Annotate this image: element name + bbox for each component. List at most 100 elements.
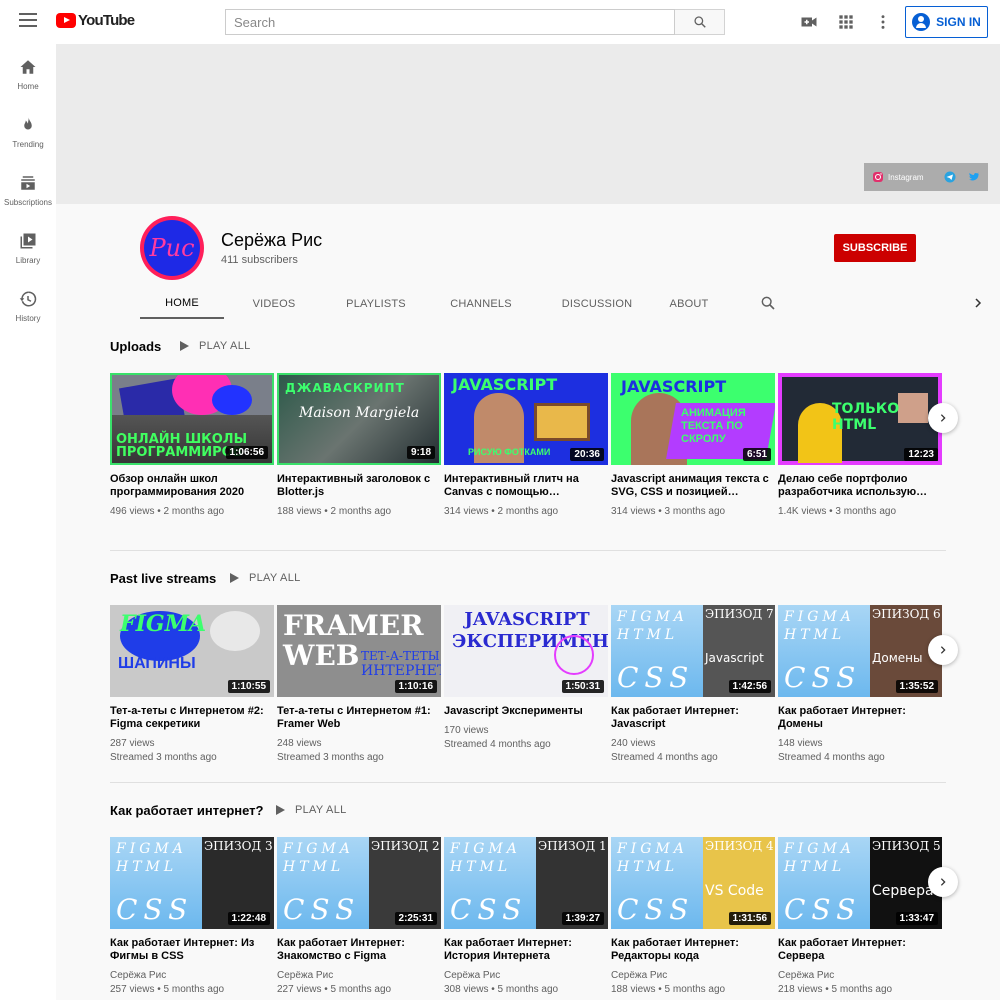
video-thumbnail[interactable]: FRAMER WEB ТЕТ-А-ТЕТЫ ИНТЕРНЕТОМ 1:10:16 xyxy=(277,605,441,697)
video-thumbnail[interactable]: FIGMA HTML CSS ЭПИЗОД 1 1:39:27 xyxy=(444,837,608,929)
search-input[interactable]: Search xyxy=(225,9,675,35)
section-title-uploads[interactable]: Uploads xyxy=(110,339,161,354)
video-card[interactable]: FIGMA HTML CSS ЭПИЗОД 5 Сервера 1:33:47 … xyxy=(778,837,942,997)
sidebar-item-home[interactable]: Home xyxy=(0,44,56,102)
video-title[interactable]: Как работает Интернет: Javascript xyxy=(611,705,775,731)
play-all-button[interactable]: PLAY ALL xyxy=(180,340,251,352)
thumbnail-caption: JAVASCRIPT xyxy=(452,375,558,394)
section-title-past-live-streams[interactable]: Past live streams xyxy=(110,571,216,586)
video-thumbnail[interactable]: JAVASCRIPT ЭКСПЕРИМЕНТЫ 1:50:31 xyxy=(444,605,608,697)
video-title[interactable]: Делаю себе портфолио разработчика исполь… xyxy=(778,473,942,499)
video-title[interactable]: Javascript анимация текста с SVG, CSS и … xyxy=(611,473,775,499)
channel-search-icon[interactable] xyxy=(760,295,776,311)
video-title[interactable]: Интерактивный глитч на Canvas с помощью… xyxy=(444,473,608,499)
thumbnail-caption: JAVASCRIPT xyxy=(621,377,727,396)
video-card[interactable]: FIGMA HTML CSS ЭПИЗОД 4 VS Code 1:31:56 … xyxy=(611,837,775,997)
thumbnail-art-text: HTML xyxy=(784,859,846,875)
video-title[interactable]: Как работает Интернет: Знакомство с Figm… xyxy=(277,937,441,963)
menu-icon[interactable] xyxy=(19,13,37,29)
video-card[interactable]: FIGMA HTML CSS ЭПИЗОД 6 Домены 1:35:52 К… xyxy=(778,605,942,765)
instagram-link[interactable]: Instagram xyxy=(888,173,924,182)
video-thumbnail[interactable]: FIGMA HTML CSS ЭПИЗОД 2 2:25:31 xyxy=(277,837,441,929)
video-card[interactable]: FIGMA HTML CSS ЭПИЗОД 1 1:39:27 Как рабо… xyxy=(444,837,608,997)
search-icon xyxy=(693,16,706,28)
thumbnail-art-text: CSS xyxy=(617,893,695,926)
video-card[interactable]: ДЖАВАСКРИПТ Maison Margiela 9:18 Интерак… xyxy=(277,373,441,519)
search-button[interactable] xyxy=(675,9,725,35)
sign-in-button[interactable]: SIGN IN xyxy=(905,6,988,38)
video-title[interactable]: Тет-а-теты с Интернетом #1: Framer Web xyxy=(277,705,441,731)
youtube-logo[interactable]: YouTube xyxy=(56,12,135,29)
video-thumbnail[interactable]: FIGMA HTML CSS ЭПИЗОД 3 1:22:48 xyxy=(110,837,274,929)
sidebar-item-trending[interactable]: Trending xyxy=(0,102,56,160)
video-thumbnail[interactable]: JAVASCRIPT АНИМАЦИЯ ТЕКСТА ПО СКРОЛУ 6:5… xyxy=(611,373,775,465)
video-meta: Streamed 4 months ago xyxy=(778,752,885,763)
video-card[interactable]: FIGMA ШАПИНЫ 1:10:55 Тет-а-теты с Интерн… xyxy=(110,605,274,765)
video-card[interactable]: ТОЛЬКО HTML 12:23 Делаю себе портфолио р… xyxy=(778,373,942,519)
telegram-icon[interactable] xyxy=(944,171,956,183)
twitter-icon[interactable] xyxy=(968,171,980,183)
video-title[interactable]: Javascript Эксперименты xyxy=(444,705,608,718)
video-channel[interactable]: Серёжа Рис xyxy=(611,969,775,983)
play-all-button[interactable]: PLAY ALL xyxy=(230,572,301,584)
subscribe-button[interactable]: SUBSCRIBE xyxy=(834,234,916,262)
tab-playlists[interactable]: PLAYLISTS xyxy=(326,288,426,319)
video-title[interactable]: Как работает Интернет: История Интернета xyxy=(444,937,608,963)
video-title[interactable]: Обзор онлайн школ программирования 2020 xyxy=(110,473,274,499)
video-duration: 1:10:55 xyxy=(227,680,270,693)
tab-home[interactable]: HOME xyxy=(140,288,224,319)
video-title[interactable]: Как работает Интернет: Сервера xyxy=(778,937,942,963)
tab-videos[interactable]: VIDEOS xyxy=(234,288,314,319)
video-channel[interactable]: Серёжа Рис xyxy=(110,969,274,983)
tab-about[interactable]: ABOUT xyxy=(658,288,720,319)
video-thumbnail[interactable]: FIGMA HTML CSS ЭПИЗОД 6 Домены 1:35:52 xyxy=(778,605,942,697)
video-thumbnail[interactable]: FIGMA HTML CSS ЭПИЗОД 7 Javascript 1:42:… xyxy=(611,605,775,697)
section-title-how-internet-works[interactable]: Как работает интернет? xyxy=(110,803,264,818)
video-title[interactable]: Тет-а-теты с Интернетом #2: Figma секрет… xyxy=(110,705,274,731)
video-title[interactable]: Как работает Интернет: Домены xyxy=(778,705,942,731)
video-title[interactable]: Как работает Интернет: Из Фигмы в CSS xyxy=(110,937,274,963)
tab-discussion[interactable]: DISCUSSION xyxy=(542,288,652,319)
video-thumbnail[interactable]: JAVASCRIPT РИСУЮ ФОТКАМИ 20:36 xyxy=(444,373,608,465)
play-all-button[interactable]: PLAY ALL xyxy=(276,804,347,816)
carousel-next-button[interactable] xyxy=(928,867,958,897)
video-card[interactable]: JAVASCRIPT РИСУЮ ФОТКАМИ 20:36 Интеракти… xyxy=(444,373,608,519)
video-title[interactable]: Интерактивный заголовок с Blotter.js xyxy=(277,473,441,499)
video-card[interactable]: FIGMA HTML CSS ЭПИЗОД 2 2:25:31 Как рабо… xyxy=(277,837,441,997)
video-card[interactable]: JAVASCRIPT ЭКСПЕРИМЕНТЫ 1:50:31 Javascri… xyxy=(444,605,608,752)
video-thumbnail[interactable]: FIGMA ШАПИНЫ 1:10:55 xyxy=(110,605,274,697)
video-thumbnail[interactable]: FIGMA HTML CSS ЭПИЗОД 5 Сервера 1:33:47 xyxy=(778,837,942,929)
video-channel[interactable]: Серёжа Рис xyxy=(778,969,942,983)
apps-grid-icon[interactable] xyxy=(836,12,856,32)
thumbnail-art-text: Домены xyxy=(872,651,923,665)
more-vert-icon[interactable] xyxy=(873,12,893,32)
sidebar-item-subscriptions[interactable]: Subscriptions xyxy=(0,160,56,218)
thumbnail-art-text: VS Code xyxy=(705,883,764,899)
channel-banner: Instagram xyxy=(56,44,1000,204)
carousel-next-button[interactable] xyxy=(928,403,958,433)
video-title[interactable]: Как работает Интернет: Редакторы кода xyxy=(611,937,775,963)
chevron-right-icon xyxy=(940,414,946,422)
play-all-label: PLAY ALL xyxy=(199,340,251,352)
video-thumbnail[interactable]: ОНЛАЙН ШКОЛЫ ПРОГРАММИРОВ 1:06:56 xyxy=(110,373,274,465)
video-card[interactable]: JAVASCRIPT АНИМАЦИЯ ТЕКСТА ПО СКРОЛУ 6:5… xyxy=(611,373,775,519)
tab-channels[interactable]: CHANNELS xyxy=(436,288,526,319)
video-thumbnail[interactable]: FIGMA HTML CSS ЭПИЗОД 4 VS Code 1:31:56 xyxy=(611,837,775,929)
channel-avatar[interactable]: Рис xyxy=(140,216,204,280)
video-card[interactable]: FRAMER WEB ТЕТ-А-ТЕТЫ ИНТЕРНЕТОМ 1:10:16… xyxy=(277,605,441,765)
video-channel[interactable]: Серёжа Рис xyxy=(444,969,608,983)
create-video-icon[interactable] xyxy=(799,12,819,32)
sidebar-item-library[interactable]: Library xyxy=(0,218,56,276)
video-channel[interactable]: Серёжа Рис xyxy=(277,969,441,983)
video-thumbnail[interactable]: ДЖАВАСКРИПТ Maison Margiela 9:18 xyxy=(277,373,441,465)
video-thumbnail[interactable]: ТОЛЬКО HTML 12:23 xyxy=(778,373,942,465)
chevron-right-icon[interactable] xyxy=(972,297,984,309)
video-card[interactable]: FIGMA HTML CSS ЭПИЗОД 7 Javascript 1:42:… xyxy=(611,605,775,765)
instagram-icon[interactable] xyxy=(872,171,884,183)
sidebar-item-history[interactable]: History xyxy=(0,276,56,334)
carousel-next-button[interactable] xyxy=(928,635,958,665)
video-card[interactable]: FIGMA HTML CSS ЭПИЗОД 3 1:22:48 Как рабо… xyxy=(110,837,274,997)
thumbnail-caption: ЭПИЗОД 3 xyxy=(204,839,273,853)
thumbnail-caption: ЭПИЗОД 2 xyxy=(371,839,440,853)
video-card[interactable]: ОНЛАЙН ШКОЛЫ ПРОГРАММИРОВ 1:06:56 Обзор … xyxy=(110,373,274,519)
